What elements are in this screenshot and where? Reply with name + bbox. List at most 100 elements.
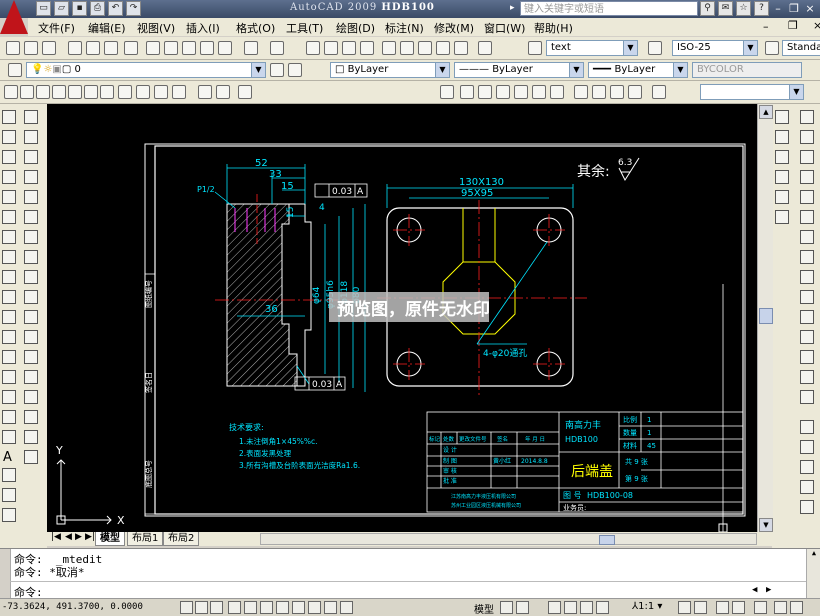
search-input[interactable]: 键入关键字或短语 xyxy=(520,1,698,16)
boundary-icon[interactable] xyxy=(216,85,230,99)
undo-icon[interactable]: ↶ xyxy=(108,1,123,16)
table-style-select[interactable]: Standar xyxy=(782,40,820,56)
chamfer-icon[interactable] xyxy=(24,390,38,404)
restore-icon[interactable]: ❐ xyxy=(786,1,802,16)
zoom-realtime-icon[interactable] xyxy=(324,41,338,55)
table-icon[interactable] xyxy=(118,85,132,99)
help-icon[interactable] xyxy=(478,41,492,55)
view-back-icon[interactable] xyxy=(592,85,606,99)
polygon-tool-icon[interactable] xyxy=(2,170,16,184)
search-icon[interactable]: ⚲ xyxy=(700,1,715,16)
polar-tracking-icon[interactable] xyxy=(228,601,241,614)
dim-tool-15-icon[interactable] xyxy=(800,290,814,304)
dim-tool-1-icon[interactable] xyxy=(775,110,789,124)
break-icon[interactable] xyxy=(24,350,38,364)
drawing-canvas[interactable]: 图纸编号 签名日 底图总号 其余: 6.3 52 33 15 15 4 36 φ… xyxy=(47,104,757,532)
menu-help[interactable]: 帮助(H) xyxy=(534,20,573,36)
fillet-icon[interactable] xyxy=(24,410,38,424)
block-editor-icon[interactable] xyxy=(200,41,214,55)
break-at-point-icon[interactable] xyxy=(24,330,38,344)
markup-icon[interactable] xyxy=(454,41,468,55)
region-tool-icon[interactable] xyxy=(2,410,16,424)
view-left-icon[interactable] xyxy=(610,85,624,99)
help-icon[interactable]: ? xyxy=(754,1,769,16)
menu-view[interactable]: 视图(V) xyxy=(137,20,175,36)
cut-icon[interactable] xyxy=(124,41,138,55)
dim-tool-23-icon[interactable] xyxy=(800,460,814,474)
rectangle-icon[interactable] xyxy=(2,190,16,204)
object-snap-tracking-icon[interactable] xyxy=(260,601,273,614)
view-select[interactable]: ▼ xyxy=(700,84,804,100)
text-style-icon[interactable] xyxy=(528,41,542,55)
erase-icon[interactable] xyxy=(24,110,38,124)
doc-minimize-icon[interactable]: – xyxy=(763,20,769,33)
minimize-icon[interactable]: – xyxy=(770,1,786,16)
copy-object-icon[interactable] xyxy=(24,130,38,144)
communication-icon[interactable]: ✉ xyxy=(718,1,733,16)
layer-select[interactable]: 💡☼▣▢ 0 ▼ xyxy=(26,62,266,78)
status-menu-icon[interactable] xyxy=(790,601,803,614)
named-views-icon[interactable] xyxy=(652,85,666,99)
dim-tool-5-icon[interactable] xyxy=(800,150,814,164)
polygon-icon[interactable] xyxy=(20,85,34,99)
dim-tool-3-icon[interactable] xyxy=(800,130,814,144)
close-icon[interactable]: × xyxy=(802,1,818,16)
color-select[interactable]: □ ByLayer ▼ xyxy=(330,62,450,78)
menu-draw[interactable]: 绘图(D) xyxy=(336,20,375,36)
pan-realtime-icon[interactable] xyxy=(2,508,16,522)
dim-tool-19-icon[interactable] xyxy=(800,370,814,384)
trim-icon[interactable] xyxy=(24,290,38,304)
dynamic-ucs-icon[interactable] xyxy=(276,601,289,614)
dim-tool-9-icon[interactable] xyxy=(800,190,814,204)
model-space-label[interactable]: 模型 xyxy=(474,601,494,616)
annotation-visibility-icon[interactable] xyxy=(678,601,691,614)
dim-arc-icon[interactable] xyxy=(478,85,492,99)
workspace-icon[interactable] xyxy=(716,601,729,614)
menu-insert[interactable]: 插入(I) xyxy=(186,20,220,36)
dim-tool-22-icon[interactable] xyxy=(800,440,814,454)
dim-tool-14-icon[interactable] xyxy=(800,270,814,284)
dim-tool-6-icon[interactable] xyxy=(775,170,789,184)
horizontal-scrollbar[interactable] xyxy=(260,533,757,545)
dim-style-icon[interactable] xyxy=(648,41,662,55)
explode-icon[interactable] xyxy=(24,430,38,444)
scale-icon[interactable] xyxy=(24,250,38,264)
lineweight-select[interactable]: ━━━ ByLayer ▼ xyxy=(588,62,688,78)
annotation-scale[interactable]: ⅄1:1 ▾ xyxy=(632,601,662,612)
doc-close-icon[interactable]: × xyxy=(813,19,820,32)
zoom-previous-icon[interactable] xyxy=(360,41,374,55)
open-file-icon[interactable]: ▱ xyxy=(54,1,69,16)
plot-icon[interactable]: ⎙ xyxy=(90,1,105,16)
point-icon[interactable] xyxy=(2,350,16,364)
ellipse-tool-icon[interactable] xyxy=(2,290,16,304)
dim-radius-icon[interactable] xyxy=(514,85,528,99)
tab-last-icon[interactable]: ▶| xyxy=(85,532,95,542)
command-scroll-up-icon[interactable]: ▲ xyxy=(807,549,820,557)
new-file-icon[interactable]: ▭ xyxy=(36,1,51,16)
lineweight-display-icon[interactable] xyxy=(308,601,321,614)
hscroll-thumb[interactable] xyxy=(599,535,615,545)
menu-edit[interactable]: 编辑(E) xyxy=(88,20,126,36)
dim-tool-13-icon[interactable] xyxy=(800,250,814,264)
ortho-mode-icon[interactable] xyxy=(210,601,223,614)
mtext-icon[interactable] xyxy=(238,85,252,99)
tab-first-icon[interactable]: |◀ xyxy=(51,532,61,542)
region-icon[interactable] xyxy=(198,85,212,99)
steering-wheel-icon[interactable] xyxy=(580,601,593,614)
tab-layout1[interactable]: 布局1 xyxy=(127,532,164,546)
dim-ordinate-icon[interactable] xyxy=(496,85,510,99)
view-right-icon[interactable] xyxy=(628,85,642,99)
selection-cycling-icon[interactable] xyxy=(340,601,353,614)
rotate-icon[interactable] xyxy=(24,230,38,244)
dynamic-input-icon[interactable] xyxy=(292,601,305,614)
menu-dimension[interactable]: 标注(N) xyxy=(385,20,424,36)
command-hscroll-right-icon[interactable]: ▶ xyxy=(766,585,771,595)
paste-icon[interactable] xyxy=(164,41,178,55)
doc-restore-icon[interactable]: ❐ xyxy=(788,19,798,32)
text-edit-icon[interactable] xyxy=(24,450,38,464)
extend-icon[interactable] xyxy=(24,310,38,324)
snap-tool-icon[interactable] xyxy=(2,468,16,482)
lock-icon[interactable] xyxy=(732,601,745,614)
table-style-icon[interactable] xyxy=(765,41,779,55)
dim-tool-8-icon[interactable] xyxy=(775,190,789,204)
